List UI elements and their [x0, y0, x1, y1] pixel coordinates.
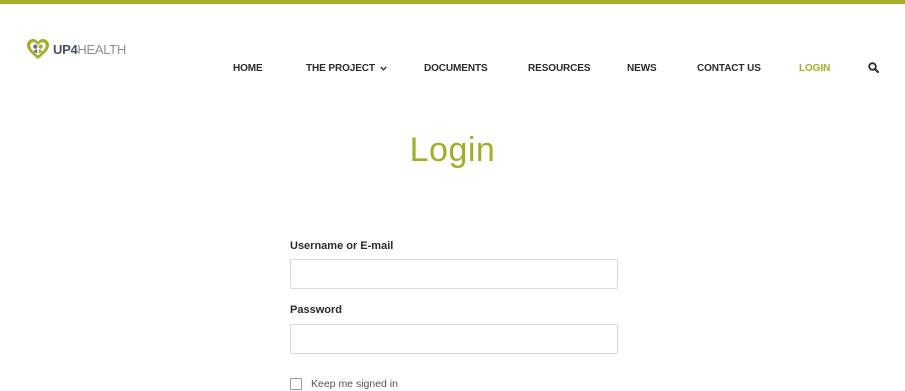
nav-item-news[interactable]: NEWS [627, 61, 657, 77]
username-input[interactable] [290, 259, 618, 289]
nav-item-login[interactable]: LOGIN [799, 61, 830, 77]
chevron-down-icon [380, 66, 387, 71]
password-input[interactable] [290, 324, 618, 354]
main-nav: HOME THE PROJECT DOCUMENTS RESOURCES NEW… [0, 61, 905, 77]
nav-item-the-project[interactable]: THE PROJECT [306, 61, 387, 77]
nav-item-contact-us[interactable]: CONTACT US [697, 61, 761, 77]
site-header: UP4HEALTH HOME THE PROJECT DOCUMENTS RES… [0, 4, 905, 94]
nav-item-home[interactable]: HOME [233, 61, 263, 77]
login-form: Username or E-mail Password Keep me sign… [290, 239, 618, 391]
search-icon[interactable] [868, 62, 879, 73]
remember-me-label[interactable]: Keep me signed in [311, 378, 398, 390]
username-label: Username or E-mail [290, 240, 394, 252]
logo-wordmark-soft: HEALTH [77, 41, 126, 57]
nav-item-documents[interactable]: DOCUMENTS [424, 61, 488, 77]
remember-me-checkbox[interactable] [290, 378, 302, 390]
password-label: Password [290, 304, 342, 316]
logo-wordmark-strong: UP4 [53, 41, 78, 57]
page-title: Login [409, 131, 496, 169]
logo-wordmark: UP4HEALTH [53, 43, 126, 56]
site-logo[interactable]: UP4HEALTH [26, 38, 126, 60]
heart-logo-icon [27, 39, 49, 59]
nav-item-resources[interactable]: RESOURCES [528, 61, 591, 77]
nav-item-the-project-label: THE PROJECT [306, 63, 375, 74]
